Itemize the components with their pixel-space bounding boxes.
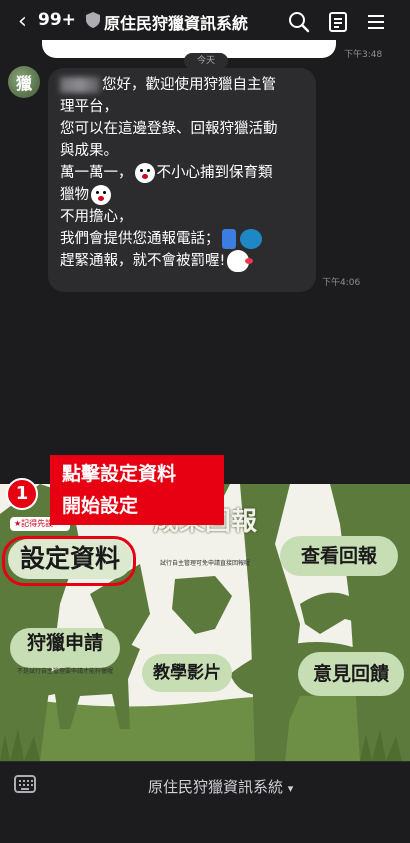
keyboard-icon[interactable]	[14, 775, 36, 793]
back-icon[interactable]: ‹	[18, 9, 27, 34]
hunting-application-button[interactable]: 狩獵申請 不是試行自主管理要申請才能狩獵喔	[10, 628, 120, 675]
bunny-sticker-icon	[227, 250, 254, 272]
results-report-note: 試行自主管理可免申請直接回報喔	[159, 560, 250, 567]
rich-menu: ★記得先設 設定資料 成果回報 試行自主管理可免申請直接回報喔 查看回報 狩獵申…	[0, 484, 410, 761]
bottom-bar: 原住民狩獵資訊系統 ▾	[0, 761, 410, 843]
rich-menu-toggle[interactable]: 原住民狩獵資訊系統 ▾	[148, 776, 293, 797]
date-separator: 今天	[184, 53, 228, 69]
search-icon[interactable]	[287, 10, 311, 34]
unread-count[interactable]: 99+	[38, 10, 76, 30]
message-line: 與成果。	[60, 143, 118, 159]
view-reports-label: 查看回報	[300, 545, 377, 567]
caret-down-icon: ▾	[287, 782, 294, 795]
avatar[interactable]: 獵	[8, 66, 40, 98]
message-line: 理平台，	[60, 99, 118, 115]
chat-area[interactable]: 下午3:48 今天 獵 您好，歡迎使用狩獵自主管 理平台， 您可以在這邊登錄、回…	[0, 40, 410, 484]
shocked-face-icon	[134, 163, 155, 183]
hunting-application-note: 不是試行自主管理要申請才能狩獵喔	[16, 668, 113, 675]
menu-icon[interactable]	[364, 10, 388, 34]
feedback-label: 意見回饋	[312, 663, 389, 685]
message-line: 趕緊通報，就不會被罰喔!	[60, 250, 306, 272]
mobile-phone-icon	[221, 229, 236, 249]
view-reports-button[interactable]: 查看回報	[280, 536, 398, 576]
instruction-callout: 點擊設定資料 開始設定	[50, 455, 224, 525]
shocked-face-icon	[91, 185, 111, 205]
tutorial-video-label: 教學影片	[153, 663, 221, 683]
telephone-icon	[239, 229, 262, 249]
avatar-label: 獵	[16, 74, 33, 93]
message-line: 您好，歡迎使用狩獵自主管	[60, 74, 306, 96]
instruction-line: 開始設定	[62, 495, 139, 517]
message-line: 獵物	[60, 184, 306, 206]
step-number-badge: 1	[6, 478, 38, 510]
chat-header: ‹ 99+ 原住民狩獵資訊系統	[0, 0, 410, 44]
shield-icon	[86, 12, 100, 28]
notes-icon[interactable]	[326, 10, 350, 34]
instruction-line: 點擊設定資料	[62, 463, 177, 485]
message-line: 萬一萬一， 不小心捕到保育類	[60, 163, 273, 183]
chat-title[interactable]: 原住民狩獵資訊系統	[104, 10, 248, 34]
settings-highlight-outline	[2, 536, 136, 586]
message-line: 我們會提供您通報電話；	[60, 228, 306, 250]
message-line: 不用擔心，	[60, 209, 133, 225]
message-line: 您可以在這邊登錄、回報狩獵活動	[60, 121, 278, 137]
message-bubble[interactable]: 您好，歡迎使用狩獵自主管 理平台， 您可以在這邊登錄、回報狩獵活動 與成果。 萬…	[48, 68, 316, 292]
blurred-name	[60, 77, 100, 93]
hunting-application-label: 狩獵申請	[26, 632, 103, 654]
tutorial-video-button[interactable]: 教學影片	[142, 654, 232, 692]
rich-menu-toggle-label: 原住民狩獵資訊系統	[148, 778, 284, 796]
previous-message-time: 下午3:48	[344, 50, 383, 60]
feedback-button[interactable]: 意見回饋	[298, 652, 404, 696]
message-time: 下午4:06	[322, 278, 361, 288]
